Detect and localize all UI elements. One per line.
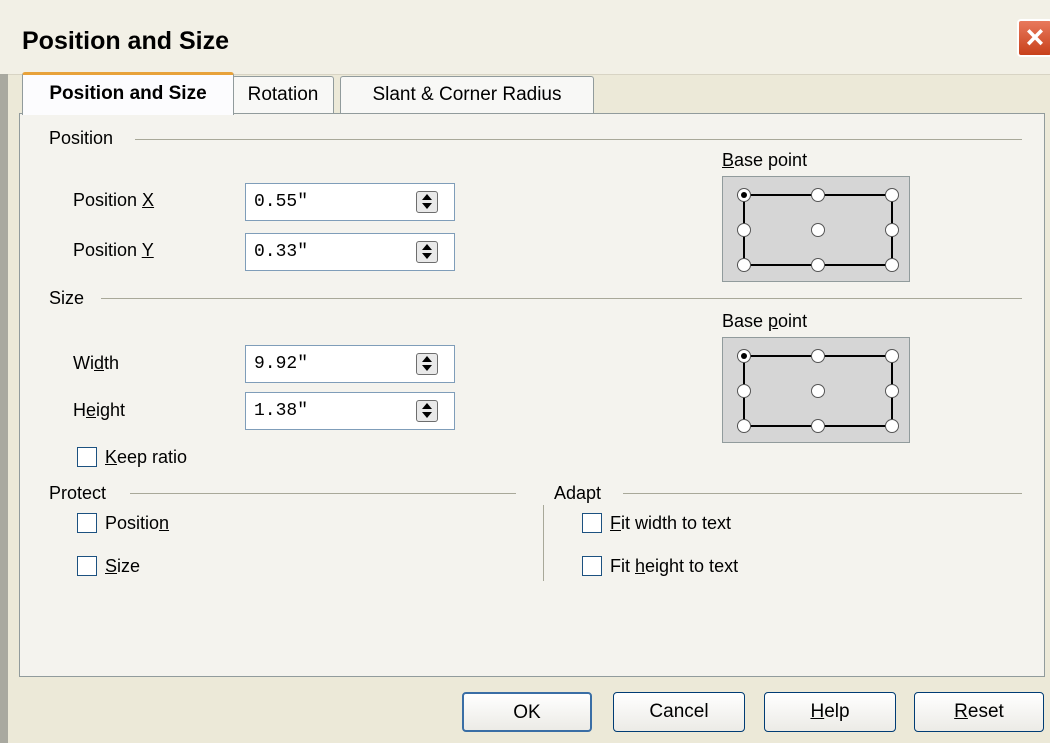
size-base-point-grid[interactable] (722, 337, 910, 443)
base-point-middle-right-radio[interactable] (885, 384, 899, 398)
spin-button-icon[interactable] (416, 353, 438, 375)
protect-divider (130, 493, 516, 494)
position-y-label: Position Y (73, 240, 154, 260)
width-field[interactable]: 9.92" (245, 345, 455, 383)
base-point-top-left-radio[interactable] (737, 188, 751, 202)
spin-button-icon[interactable] (416, 400, 438, 422)
height-field[interactable]: 1.38" (245, 392, 455, 430)
base-point-bottom-right-radio[interactable] (885, 419, 899, 433)
size-heading: Size (49, 288, 85, 308)
reset-button[interactable]: Reset (914, 692, 1044, 732)
spin-button-icon[interactable] (416, 241, 438, 263)
keep-ratio-checkbox[interactable] (77, 447, 97, 467)
protect-size-label: Size (105, 556, 141, 576)
width-label: Width (73, 353, 120, 373)
base-point-bottom-right-radio[interactable] (885, 258, 899, 272)
size-base-point-label: Base point (722, 311, 808, 331)
keep-ratio-label: Keep ratio (105, 447, 188, 467)
base-point-bottom-left-radio[interactable] (737, 258, 751, 272)
position-divider (135, 139, 1022, 140)
protect-position-checkbox[interactable] (77, 513, 97, 533)
tab-position-and-size[interactable]: Position and Size (22, 72, 234, 115)
position-x-value: 0.55" (254, 192, 309, 212)
position-x-field[interactable]: 0.55" (245, 183, 455, 221)
position-base-point-label: Base point (722, 150, 808, 170)
base-point-center-radio[interactable] (811, 223, 825, 237)
protect-position-label: Position (105, 513, 170, 533)
position-y-value: 0.33" (254, 242, 309, 262)
spin-button-icon[interactable] (416, 191, 438, 213)
close-icon: × (1025, 19, 1045, 55)
base-point-bottom-center-radio[interactable] (811, 258, 825, 272)
base-point-top-center-radio[interactable] (811, 349, 825, 363)
window-left-border (0, 74, 8, 743)
base-point-bottom-center-radio[interactable] (811, 419, 825, 433)
base-point-top-left-radio[interactable] (737, 349, 751, 363)
fit-width-checkbox[interactable] (582, 513, 602, 533)
base-point-top-right-radio[interactable] (885, 349, 899, 363)
base-point-middle-left-radio[interactable] (737, 223, 751, 237)
base-point-bottom-left-radio[interactable] (737, 419, 751, 433)
base-point-top-right-radio[interactable] (885, 188, 899, 202)
position-x-label: Position X (73, 190, 155, 210)
position-base-point-grid[interactable] (722, 176, 910, 282)
base-point-middle-right-radio[interactable] (885, 223, 899, 237)
fit-height-label: Fit height to text (610, 556, 739, 576)
tab-slant-corner-radius[interactable]: Slant & Corner Radius (340, 76, 594, 113)
height-label: Height (73, 400, 126, 420)
position-y-field[interactable]: 0.33" (245, 233, 455, 271)
size-divider (101, 298, 1022, 299)
dialog-title: Position and Size (22, 27, 229, 55)
fit-width-label: Fit width to text (610, 513, 732, 533)
fit-height-checkbox[interactable] (582, 556, 602, 576)
width-value: 9.92" (254, 354, 309, 374)
height-value: 1.38" (254, 401, 309, 421)
base-point-middle-left-radio[interactable] (737, 384, 751, 398)
adapt-heading: Adapt (554, 483, 602, 503)
position-heading: Position (49, 128, 114, 148)
cancel-button[interactable]: Cancel (613, 692, 745, 732)
protect-size-checkbox[interactable] (77, 556, 97, 576)
base-point-center-radio[interactable] (811, 384, 825, 398)
ok-button[interactable]: OK (462, 692, 592, 732)
protect-heading: Protect (49, 483, 107, 503)
help-button[interactable]: Help (764, 692, 896, 732)
close-button[interactable]: × (1017, 19, 1050, 57)
tab-rotation[interactable]: Rotation (232, 76, 334, 113)
base-point-top-center-radio[interactable] (811, 188, 825, 202)
adapt-separator (543, 505, 544, 581)
adapt-divider (623, 493, 1022, 494)
